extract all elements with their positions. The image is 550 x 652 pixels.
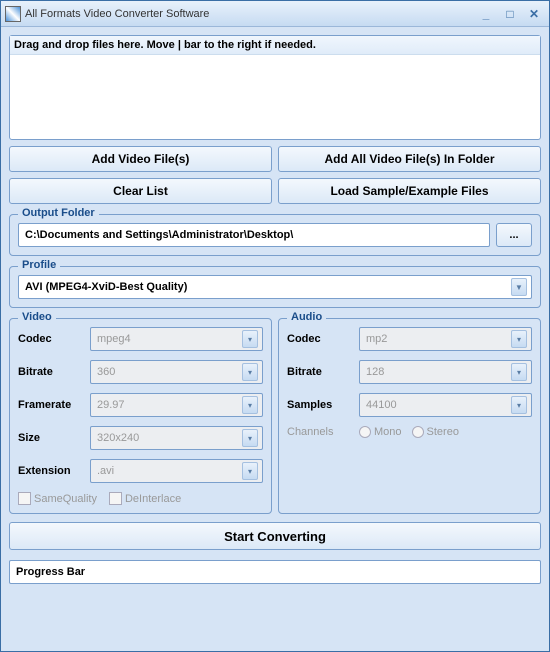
chevron-down-icon: ▾ bbox=[511, 396, 527, 414]
load-sample-button[interactable]: Load Sample/Example Files bbox=[278, 178, 541, 204]
dropzone-hint: Drag and drop files here. Move | bar to … bbox=[10, 36, 540, 55]
same-quality-check[interactable]: SameQuality bbox=[18, 492, 97, 505]
file-dropzone[interactable]: Drag and drop files here. Move | bar to … bbox=[9, 35, 541, 140]
radio-icon bbox=[412, 426, 424, 438]
audio-samples-label: Samples bbox=[287, 399, 353, 411]
button-row-1: Add Video File(s) Add All Video File(s) … bbox=[9, 146, 541, 172]
video-ext-label: Extension bbox=[18, 465, 84, 477]
video-bitrate-value: 360 bbox=[97, 366, 242, 378]
output-folder-legend: Output Folder bbox=[18, 207, 99, 219]
video-framerate-combo[interactable]: 29.97 ▾ bbox=[90, 393, 263, 417]
browse-button[interactable]: ... bbox=[496, 223, 532, 247]
progress-bar: Progress Bar bbox=[9, 560, 541, 584]
video-size-value: 320x240 bbox=[97, 432, 242, 444]
audio-bitrate-label: Bitrate bbox=[287, 366, 353, 378]
video-bitrate-label: Bitrate bbox=[18, 366, 84, 378]
video-codec-label: Codec bbox=[18, 333, 84, 345]
add-video-files-button[interactable]: Add Video File(s) bbox=[9, 146, 272, 172]
clear-list-button[interactable]: Clear List bbox=[9, 178, 272, 204]
chevron-down-icon: ▾ bbox=[511, 363, 527, 381]
audio-group: Audio Codec mp2 ▾ Bitrate 128 ▾ S bbox=[278, 318, 541, 514]
video-codec-combo[interactable]: mpeg4 ▾ bbox=[90, 327, 263, 351]
video-bitrate-combo[interactable]: 360 ▾ bbox=[90, 360, 263, 384]
content-area: Drag and drop files here. Move | bar to … bbox=[1, 27, 549, 651]
maximize-button[interactable]: □ bbox=[499, 5, 521, 23]
audio-codec-label: Codec bbox=[287, 333, 353, 345]
titlebar[interactable]: All Formats Video Converter Software _ □… bbox=[1, 1, 549, 27]
start-converting-button[interactable]: Start Converting bbox=[9, 522, 541, 550]
audio-codec-value: mp2 bbox=[366, 333, 511, 345]
checkbox-icon bbox=[109, 492, 122, 505]
mono-radio[interactable]: Mono bbox=[359, 426, 402, 438]
audio-samples-value: 44100 bbox=[366, 399, 511, 411]
video-framerate-label: Framerate bbox=[18, 399, 84, 411]
audio-channels-label: Channels bbox=[287, 426, 353, 438]
video-codec-value: mpeg4 bbox=[97, 333, 242, 345]
video-size-label: Size bbox=[18, 432, 84, 444]
chevron-down-icon: ▾ bbox=[242, 363, 258, 381]
button-row-2: Clear List Load Sample/Example Files bbox=[9, 178, 541, 204]
mono-label: Mono bbox=[374, 426, 402, 438]
video-ext-combo[interactable]: .avi ▾ bbox=[90, 459, 263, 483]
video-framerate-value: 29.97 bbox=[97, 399, 242, 411]
audio-codec-combo[interactable]: mp2 ▾ bbox=[359, 327, 532, 351]
profile-group: Profile AVI (MPEG4-XviD-Best Quality) ▼ bbox=[9, 266, 541, 308]
window-title: All Formats Video Converter Software bbox=[25, 8, 473, 20]
audio-legend: Audio bbox=[287, 311, 326, 323]
deinterlace-label: DeInterlace bbox=[125, 493, 181, 505]
close-button[interactable]: ✕ bbox=[523, 5, 545, 23]
video-ext-value: .avi bbox=[97, 465, 242, 477]
app-icon bbox=[5, 6, 21, 22]
profile-value: AVI (MPEG4-XviD-Best Quality) bbox=[25, 281, 511, 293]
video-group: Video Codec mpeg4 ▾ Bitrate 360 ▾ bbox=[9, 318, 272, 514]
chevron-down-icon: ▾ bbox=[242, 330, 258, 348]
radio-icon bbox=[359, 426, 371, 438]
same-quality-label: SameQuality bbox=[34, 493, 97, 505]
chevron-down-icon: ▼ bbox=[511, 278, 527, 296]
chevron-down-icon: ▾ bbox=[242, 429, 258, 447]
chevron-down-icon: ▾ bbox=[242, 396, 258, 414]
output-path-input[interactable] bbox=[18, 223, 490, 247]
deinterlace-check[interactable]: DeInterlace bbox=[109, 492, 181, 505]
chevron-down-icon: ▾ bbox=[511, 330, 527, 348]
video-size-combo[interactable]: 320x240 ▾ bbox=[90, 426, 263, 450]
audio-samples-combo[interactable]: 44100 ▾ bbox=[359, 393, 532, 417]
checkbox-icon bbox=[18, 492, 31, 505]
chevron-down-icon: ▾ bbox=[242, 462, 258, 480]
audio-bitrate-combo[interactable]: 128 ▾ bbox=[359, 360, 532, 384]
stereo-label: Stereo bbox=[427, 426, 459, 438]
stereo-radio[interactable]: Stereo bbox=[412, 426, 459, 438]
add-folder-button[interactable]: Add All Video File(s) In Folder bbox=[278, 146, 541, 172]
profile-combo[interactable]: AVI (MPEG4-XviD-Best Quality) ▼ bbox=[18, 275, 532, 299]
video-legend: Video bbox=[18, 311, 56, 323]
output-folder-group: Output Folder ... bbox=[9, 214, 541, 256]
minimize-button[interactable]: _ bbox=[475, 5, 497, 23]
profile-legend: Profile bbox=[18, 259, 60, 271]
app-window: All Formats Video Converter Software _ □… bbox=[0, 0, 550, 652]
audio-bitrate-value: 128 bbox=[366, 366, 511, 378]
